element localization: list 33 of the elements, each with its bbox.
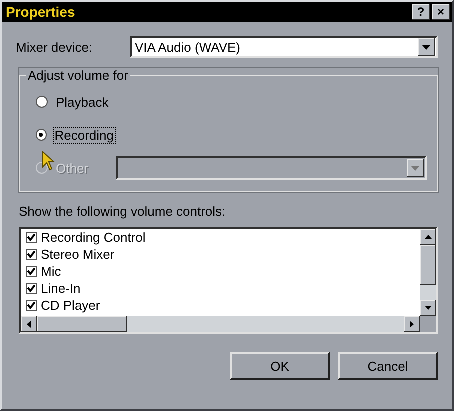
other-dropdown[interactable]	[116, 156, 427, 180]
cancel-button[interactable]: Cancel	[338, 352, 438, 380]
scroll-right-button[interactable]	[404, 316, 420, 332]
left-arrow-icon	[27, 320, 31, 328]
help-button[interactable]: ?	[412, 4, 430, 20]
checkbox[interactable]	[26, 266, 37, 277]
radio-option[interactable]: Playback	[36, 94, 116, 110]
horizontal-scrollbar[interactable]	[21, 316, 436, 332]
vertical-scrollbar[interactable]	[420, 229, 436, 316]
scroll-left-button[interactable]	[21, 316, 37, 332]
group-title: Adjust volume for	[27, 68, 130, 83]
scroll-down-button[interactable]	[420, 300, 436, 316]
volume-control-label[interactable]: CD Player	[41, 298, 100, 313]
mixer-device-dropdown[interactable]: VIA Audio (WAVE)	[130, 36, 438, 58]
scrollbar-corner	[420, 316, 436, 332]
volume-control-label[interactable]: Line-In	[41, 281, 81, 296]
window-title: Properties	[6, 4, 76, 20]
right-arrow-icon	[410, 320, 414, 328]
down-arrow-icon	[424, 306, 432, 310]
ok-button[interactable]: OK	[230, 352, 330, 380]
volume-control-label[interactable]: Stereo Mixer	[41, 247, 115, 262]
checkbox[interactable]	[26, 300, 37, 311]
mixer-device-label: Mixer device:	[16, 40, 94, 54]
scroll-up-button[interactable]	[420, 229, 436, 245]
mouse-cursor-icon	[42, 151, 56, 171]
checkbox[interactable]	[26, 249, 37, 260]
up-arrow-icon	[424, 235, 432, 239]
checkbox[interactable]	[26, 232, 37, 243]
close-button[interactable]: ×	[432, 4, 450, 20]
checkbox[interactable]	[26, 283, 37, 294]
volume-control-label[interactable]: Mic	[41, 264, 62, 279]
volume-control-label[interactable]: Recording Control	[41, 230, 146, 245]
volume-controls-label: Show the following volume controls:	[19, 204, 227, 219]
